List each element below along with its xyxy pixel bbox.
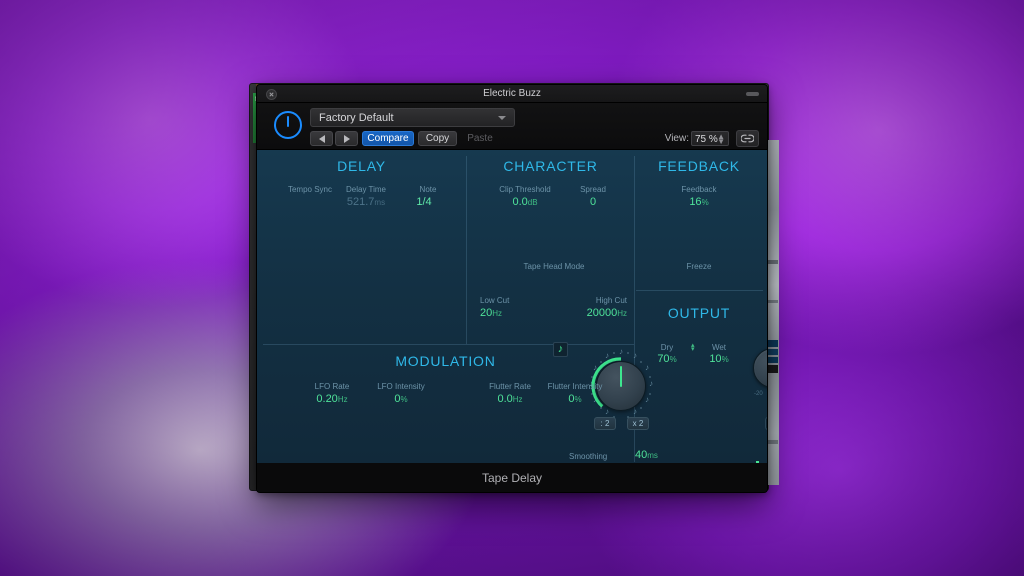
plugin-titlebar[interactable]: Electric Buzz [257, 85, 767, 103]
wet-number: 10 [709, 353, 722, 365]
lfo-rate-unit: Hz [337, 395, 348, 404]
delay-double-button[interactable]: x 2 [627, 417, 649, 430]
flutter-rate-unit: Hz [512, 395, 523, 404]
clip-threshold-knob[interactable] [753, 348, 767, 388]
plugin-window: Electric Buzz Factory Default Compare Co… [256, 84, 768, 493]
section-title-feedback: FEEDBACK [658, 158, 740, 174]
section-title-modulation: MODULATION [395, 353, 496, 369]
chevron-down-icon [498, 116, 506, 120]
link-glyph [741, 134, 754, 143]
clip-threshold-label: Clip Threshold [499, 185, 551, 194]
dry-unit: % [669, 355, 677, 364]
preset-name-label: Factory Default [319, 112, 394, 124]
low-cut-value[interactable]: 20Hz [480, 307, 540, 319]
divider-delay-character [466, 156, 467, 344]
flutter-rate-number: 0.0 [497, 393, 513, 405]
note-stepper-icon[interactable]: ▴ ▾ [691, 342, 695, 353]
smoothing-label: Smoothing [569, 452, 608, 461]
note-number: 1/4 [416, 196, 432, 208]
divider-feedback-output [636, 290, 763, 291]
plugin-toolbar: Factory Default Compare Copy Paste View:… [257, 103, 767, 150]
low-cut-unit: Hz [492, 309, 503, 318]
note-label: Note [419, 185, 437, 194]
tape-head-mode-clean-button[interactable]: Clean [765, 417, 767, 430]
high-cut-value[interactable]: 20000Hz [553, 307, 627, 319]
delay-time-number: 521.7 [346, 196, 375, 208]
clip-threshold-number: 0.0 [512, 196, 528, 208]
wet-label: Wet [711, 343, 727, 352]
feedback-number: 16 [689, 196, 702, 208]
delay-half-button[interactable]: : 2 [594, 417, 616, 430]
prev-preset-button[interactable] [310, 131, 333, 146]
high-cut-unit: Hz [617, 309, 627, 318]
stepper-updown-icon[interactable]: ▲ ▼ [717, 133, 725, 146]
plugin-footer: Tape Delay [257, 463, 767, 492]
svg-text:♪: ♪ [605, 407, 609, 416]
feedback-value[interactable]: 16% [667, 196, 731, 208]
low-cut-number: 20 [480, 307, 493, 319]
spread-label: Spread [580, 185, 606, 194]
triangle-right-icon [343, 134, 350, 143]
lfo-intensity-label: LFO Intensity [377, 382, 425, 391]
lfo-rate-label: LFO Rate [314, 382, 350, 391]
spread-value[interactable]: 0 [560, 196, 626, 208]
delay-time-value[interactable]: 521.7ms [327, 196, 405, 208]
power-icon[interactable] [274, 111, 302, 139]
clip-threshold-scale-min: -20 [754, 391, 763, 397]
lfo-rate-number: 0.20 [316, 393, 338, 405]
paste-button[interactable]: Paste [459, 131, 501, 146]
smoothing-value[interactable]: 40ms [635, 449, 685, 461]
triangle-left-icon [318, 134, 325, 143]
tape-head-mode-label: Tape Head Mode [523, 262, 585, 271]
high-cut-label: High Cut [595, 296, 627, 305]
feedback-unit: % [701, 198, 709, 207]
clip-threshold-value[interactable]: 0.0dB [481, 196, 569, 208]
link-icon[interactable] [736, 130, 759, 147]
flutter-intensity-value[interactable]: 0% [529, 393, 621, 405]
collapse-icon[interactable] [746, 92, 759, 96]
section-title-output: OUTPUT [667, 305, 731, 321]
wet-value[interactable]: 10% [695, 353, 743, 365]
smoothing-number: 40 [635, 449, 648, 461]
delay-time-unit: ms [374, 198, 386, 207]
plugin-body: DELAY Tempo Sync ♪ Delay Time 521.7ms No… [257, 150, 767, 475]
low-cut-label: Low Cut [480, 296, 510, 305]
delay-time-label: Delay Time [345, 185, 386, 194]
view-zoom-value: 75 % [695, 134, 718, 145]
view-zoom-field[interactable]: 75 % ▲ ▼ [691, 131, 729, 146]
flutter-intensity-unit: % [574, 395, 582, 404]
high-cut-number: 20000 [586, 307, 618, 319]
view-label: View: [664, 133, 689, 144]
clip-threshold-unit: dB [527, 198, 538, 207]
freeze-label: Freeze [686, 262, 712, 271]
divider-modulation-top [263, 344, 634, 345]
dry-label: Dry [660, 343, 674, 352]
wet-unit: % [721, 355, 729, 364]
lfo-intensity-unit: % [400, 395, 408, 404]
svg-text:♪: ♪ [645, 395, 649, 404]
compare-button[interactable]: Compare [362, 131, 414, 146]
dry-number: 70 [657, 353, 670, 365]
window-title: Electric Buzz [483, 88, 541, 99]
svg-text:♪: ♪ [649, 379, 653, 388]
copy-button[interactable]: Copy [418, 131, 457, 146]
flutter-intensity-label: Flutter Intensity [547, 382, 603, 391]
dry-value[interactable]: 70% [643, 353, 691, 365]
note-value[interactable]: 1/4 [401, 196, 447, 208]
section-title-character: CHARACTER [503, 158, 598, 174]
section-title-delay: DELAY [337, 158, 386, 174]
smoothing-unit: ms [647, 451, 658, 460]
lfo-intensity-value[interactable]: 0% [361, 393, 441, 405]
next-preset-button[interactable] [335, 131, 358, 146]
preset-dropdown[interactable]: Factory Default [310, 108, 515, 127]
plugin-name-label: Tape Delay [481, 470, 543, 485]
feedback-label: Feedback [681, 185, 717, 194]
lfo-rate-value[interactable]: 0.20Hz [301, 393, 363, 405]
spread-number: 0 [589, 196, 597, 208]
